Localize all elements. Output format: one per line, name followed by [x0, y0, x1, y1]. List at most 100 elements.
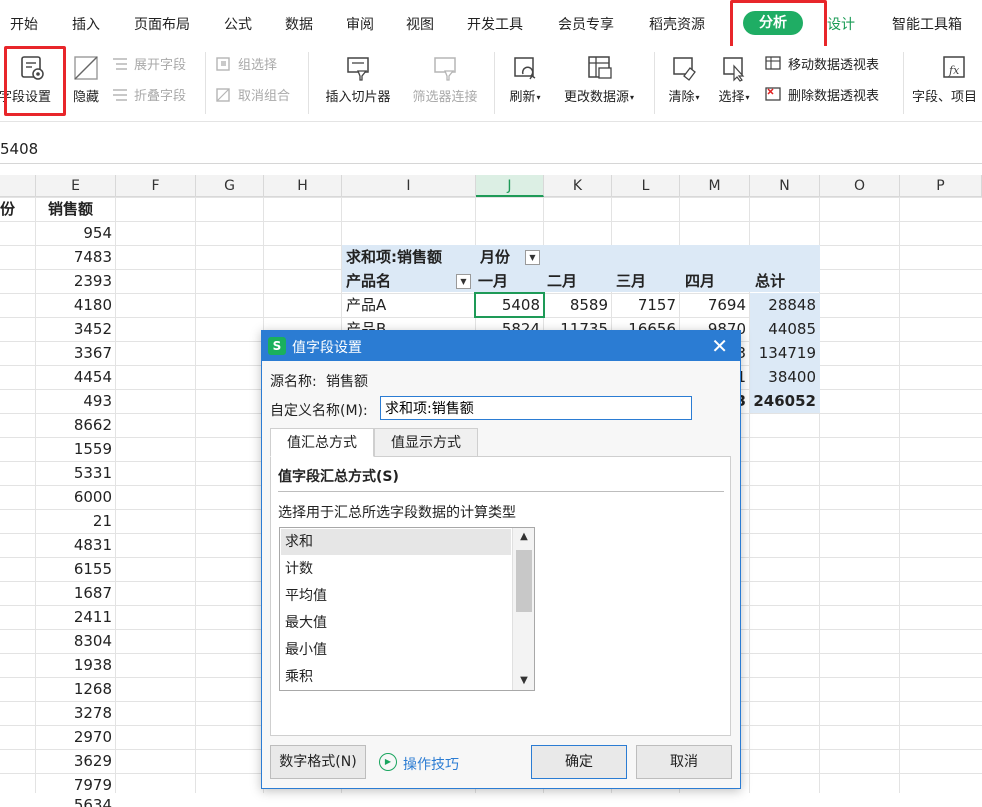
cell-e[interactable]: 1687: [36, 581, 116, 605]
change-data-source-button[interactable]: 更改数据源▾: [554, 54, 644, 105]
tab-home[interactable]: 开始: [10, 14, 38, 34]
pivot-month-mar[interactable]: 三月: [616, 269, 682, 293]
expand-field-button[interactable]: 展开字段: [110, 54, 186, 73]
cell-e[interactable]: 2970: [36, 725, 116, 749]
number-format-button[interactable]: 数字格式(N): [270, 745, 366, 779]
month-filter-dropdown-icon[interactable]: ▼: [525, 250, 540, 265]
tab-docer[interactable]: 稻壳资源: [649, 14, 705, 34]
column-header-d[interactable]: [0, 175, 36, 197]
tab-summarize-by[interactable]: 值汇总方式: [270, 428, 374, 457]
tab-member[interactable]: 会员专享: [558, 14, 614, 34]
cell-d-header[interactable]: 份: [0, 197, 34, 221]
pivot-column-field[interactable]: 月份: [480, 245, 520, 269]
pivot-cell-total[interactable]: 134719: [750, 341, 820, 365]
ok-button[interactable]: 确定: [531, 745, 627, 779]
field-settings-button[interactable]: 字段设置: [0, 54, 64, 105]
select-button[interactable]: 选择▾: [712, 54, 756, 105]
listbox-scrollbar[interactable]: ▲ ▼: [512, 528, 534, 690]
list-item-count[interactable]: 计数: [281, 556, 511, 582]
column-header-k[interactable]: K: [544, 175, 612, 197]
pivot-row-field[interactable]: 产品名: [346, 269, 446, 293]
cell-e[interactable]: 2393: [36, 269, 116, 293]
delete-pivot-button[interactable]: 删除数据透视表: [764, 85, 879, 104]
scroll-up-icon[interactable]: ▲: [513, 528, 534, 546]
column-header-n[interactable]: N: [750, 175, 820, 197]
list-item-sum[interactable]: 求和: [281, 529, 511, 555]
tab-view[interactable]: 视图: [406, 14, 434, 34]
cell-e[interactable]: 5331: [36, 461, 116, 485]
pivot-total-header[interactable]: 总计: [755, 269, 821, 293]
tips-link[interactable]: 操作技巧: [403, 754, 459, 774]
group-selection-button[interactable]: 组选择: [214, 54, 277, 73]
insert-slicer-button[interactable]: 插入切片器: [318, 54, 398, 105]
column-header-p[interactable]: P: [900, 175, 982, 197]
cell-e[interactable]: 954: [36, 221, 116, 245]
tab-review[interactable]: 审阅: [346, 14, 374, 34]
cell-e[interactable]: 6155: [36, 557, 116, 581]
calculation-type-listbox[interactable]: 求和 计数 平均值 最大值 最小值 乘积 ▲ ▼: [279, 527, 535, 691]
custom-name-input[interactable]: [380, 396, 692, 420]
pivot-month-feb[interactable]: 二月: [547, 269, 613, 293]
list-item-max[interactable]: 最大值: [281, 610, 511, 636]
tab-show-values-as[interactable]: 值显示方式: [374, 428, 478, 457]
cell-e[interactable]: 4831: [36, 533, 116, 557]
cell-e[interactable]: 3278: [36, 701, 116, 725]
play-tips-icon[interactable]: ▶: [379, 753, 397, 771]
column-header-l[interactable]: L: [612, 175, 680, 197]
pivot-value-header[interactable]: 求和项:销售额: [346, 245, 476, 269]
clear-button[interactable]: 清除▾: [662, 54, 706, 105]
cell-e[interactable]: 2411: [36, 605, 116, 629]
cell-e[interactable]: 8304: [36, 629, 116, 653]
column-header-f[interactable]: F: [116, 175, 196, 197]
cell-e[interactable]: 3629: [36, 749, 116, 773]
list-item-min[interactable]: 最小值: [281, 637, 511, 663]
pivot-cell-total[interactable]: 38400: [750, 365, 820, 389]
column-header-i[interactable]: I: [342, 175, 476, 197]
tab-smart-toolbox[interactable]: 智能工具箱: [892, 14, 962, 34]
cell-e[interactable]: 8662: [36, 413, 116, 437]
pivot-month-apr[interactable]: 四月: [685, 269, 751, 293]
cell-e[interactable]: 6000: [36, 485, 116, 509]
tab-page-layout[interactable]: 页面布局: [134, 14, 190, 34]
product-filter-dropdown-icon[interactable]: ▼: [456, 274, 471, 289]
hide-button[interactable]: 隐藏: [68, 54, 104, 105]
pivot-cell[interactable]: 7694: [680, 293, 750, 317]
tab-formulas[interactable]: 公式: [224, 14, 252, 34]
collapse-field-button[interactable]: 折叠字段: [110, 85, 186, 104]
tab-developer[interactable]: 开发工具: [467, 14, 523, 34]
refresh-button[interactable]: 刷新▾: [502, 54, 548, 105]
fields-items-button[interactable]: fx 字段、项目: [912, 54, 982, 105]
cell-e[interactable]: 1938: [36, 653, 116, 677]
ungroup-button[interactable]: 取消组合: [214, 85, 290, 104]
cell-e[interactable]: 1268: [36, 677, 116, 701]
dialog-titlebar[interactable]: S 值字段设置 ✕: [262, 331, 740, 361]
column-header-m[interactable]: M: [680, 175, 750, 197]
pivot-grand-total[interactable]: 246052: [750, 389, 820, 413]
tab-data[interactable]: 数据: [285, 14, 313, 34]
cell-e[interactable]: 4180: [36, 293, 116, 317]
tab-design[interactable]: 设计: [827, 14, 855, 34]
filter-connections-button[interactable]: 筛选器连接: [404, 54, 486, 105]
formula-bar[interactable]: 5408: [0, 136, 982, 164]
pivot-row-label[interactable]: 产品A: [346, 293, 446, 317]
cell-e[interactable]: 3452: [36, 317, 116, 341]
cell-e[interactable]: 7483: [36, 245, 116, 269]
cell-e[interactable]: 21: [36, 509, 116, 533]
cell-e[interactable]: 3367: [36, 341, 116, 365]
cell-e[interactable]: 1559: [36, 437, 116, 461]
tab-analyze[interactable]: 分析: [743, 11, 803, 35]
pivot-month-jan[interactable]: 一月: [478, 269, 544, 293]
pivot-cell-total[interactable]: 28848: [750, 293, 820, 317]
scroll-down-icon[interactable]: ▼: [513, 672, 534, 690]
column-header-o[interactable]: O: [820, 175, 900, 197]
cell-e[interactable]: 493: [36, 389, 116, 413]
column-header-h[interactable]: H: [264, 175, 342, 197]
pivot-cell[interactable]: 8589: [544, 293, 612, 317]
column-header-j[interactable]: J: [476, 175, 544, 197]
move-pivot-button[interactable]: 移动数据透视表: [764, 54, 879, 73]
column-header-g[interactable]: G: [196, 175, 264, 197]
cell-e-header[interactable]: 销售额: [48, 197, 114, 221]
cell-e[interactable]: 5634: [36, 793, 116, 807]
list-item-product[interactable]: 乘积: [281, 664, 511, 690]
cell-e[interactable]: 4454: [36, 365, 116, 389]
